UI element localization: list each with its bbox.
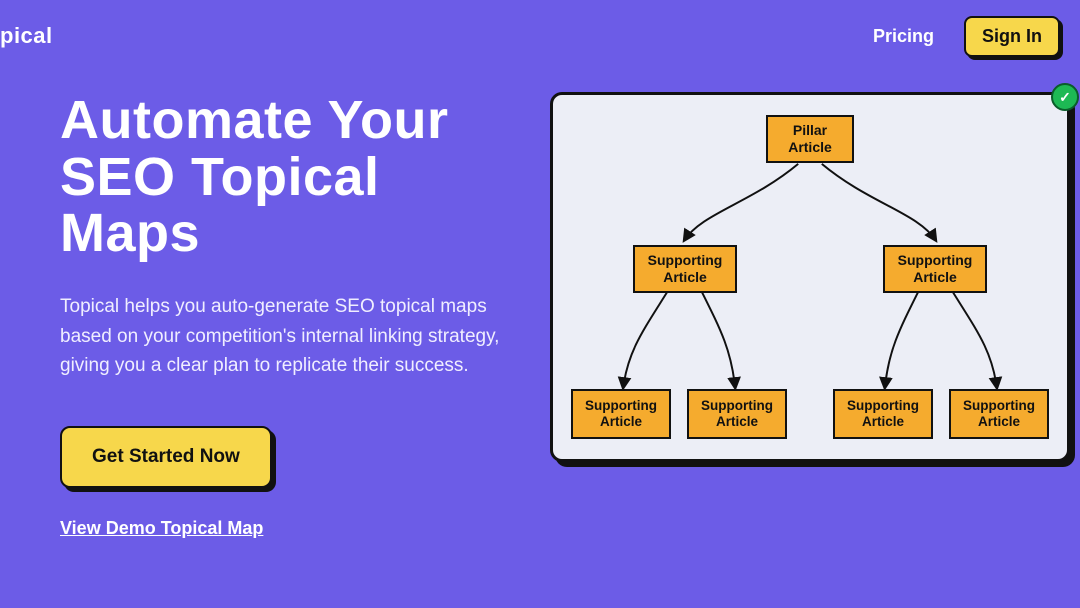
check-icon: ✓ [1059,89,1071,106]
check-badge-icon: ✓ [1051,83,1079,111]
sign-in-button[interactable]: Sign In [964,16,1060,57]
node-supporting-leaf-2: Supporting Article [687,389,787,439]
node-pillar: Pillar Article [766,115,854,163]
cta-get-started-button[interactable]: Get Started Now [60,426,272,488]
hero-headline: Automate Your SEO Topical Maps [60,92,530,262]
header-nav: Pricing Sign In [873,16,1060,57]
node-supporting-leaf-1: Supporting Article [571,389,671,439]
topical-map-diagram: ✓ Pillar A [550,92,1070,462]
nav-pricing[interactable]: Pricing [873,26,934,47]
node-supporting-mid-left: Supporting Article [633,245,737,293]
node-supporting-leaf-4: Supporting Article [949,389,1049,439]
hero-right: ✓ Pillar A [550,92,1070,539]
logo: pical [0,23,53,49]
site-header: pical Pricing Sign In [0,0,1080,60]
node-supporting-leaf-3: Supporting Article [833,389,933,439]
node-supporting-mid-right: Supporting Article [883,245,987,293]
hero-section: Automate Your SEO Topical Maps Topical h… [0,60,1080,539]
hero-left: Automate Your SEO Topical Maps Topical h… [60,92,530,539]
demo-link[interactable]: View Demo Topical Map [60,518,263,539]
hero-subhead: Topical helps you auto-generate SEO topi… [60,292,510,380]
